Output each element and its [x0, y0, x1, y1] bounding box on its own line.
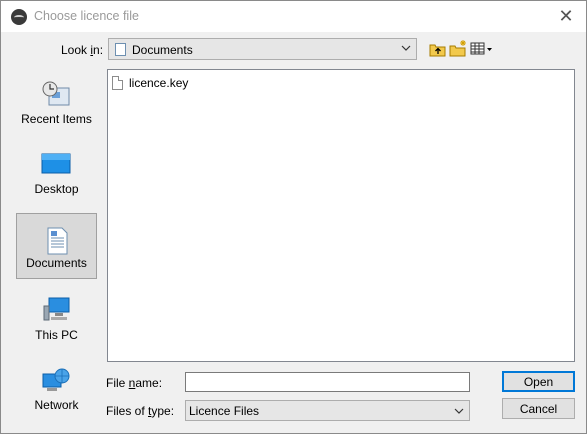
recent-items-icon	[42, 81, 70, 106]
place-label: Recent Items	[21, 112, 92, 126]
file-name: licence.key	[129, 76, 189, 90]
files-of-type-value: Licence Files	[189, 404, 260, 418]
close-icon: ✕	[558, 5, 574, 27]
place-network[interactable]: Network	[16, 354, 97, 420]
file-name-label: File name:	[106, 376, 163, 390]
files-of-type-select[interactable]: Licence Files	[185, 400, 470, 421]
this-pc-icon	[43, 297, 70, 321]
chevron-down-icon	[454, 408, 464, 414]
documents-icon	[47, 227, 68, 255]
open-button[interactable]: Open	[502, 371, 575, 392]
place-desktop[interactable]: Desktop	[16, 138, 97, 204]
documents-folder-icon	[115, 43, 126, 56]
view-menu-icon	[470, 42, 492, 55]
cancel-button[interactable]: Cancel	[502, 398, 575, 419]
look-in-label: Look in:	[61, 43, 104, 57]
desktop-icon	[41, 153, 71, 174]
place-label: Documents	[26, 256, 87, 270]
look-in-value: Documents	[132, 43, 193, 57]
title-bar[interactable]: Choose licence file ✕	[1, 1, 586, 32]
file-list[interactable]: licence.key	[107, 69, 575, 362]
network-icon	[42, 368, 70, 391]
file-icon	[112, 76, 123, 90]
file-chooser-dialog: Choose licence file ✕ Look in: Documents	[0, 0, 587, 434]
places-bar: Recent Items Desktop Documents This PC N…	[16, 68, 98, 418]
list-item[interactable]: licence.key	[112, 74, 188, 92]
file-name-input[interactable]	[185, 372, 470, 392]
look-in-select[interactable]: Documents	[108, 38, 417, 60]
create-new-folder-button[interactable]	[448, 39, 468, 59]
place-label: This PC	[35, 328, 78, 342]
up-one-level-icon	[429, 44, 446, 57]
place-label: Desktop	[34, 182, 79, 196]
window-title: Choose licence file	[34, 9, 139, 23]
app-logo-icon	[11, 9, 27, 25]
chevron-down-icon	[401, 45, 411, 51]
place-label: Network	[34, 398, 79, 412]
create-new-folder-icon	[449, 40, 466, 57]
place-recent-items[interactable]: Recent Items	[16, 68, 97, 134]
files-of-type-label: Files of type:	[106, 404, 175, 418]
close-button[interactable]: ✕	[554, 5, 578, 27]
place-documents[interactable]: Documents	[16, 213, 97, 279]
view-menu-button[interactable]	[469, 39, 495, 59]
place-this-pc[interactable]: This PC	[16, 284, 97, 350]
up-one-level-button[interactable]	[428, 39, 448, 59]
